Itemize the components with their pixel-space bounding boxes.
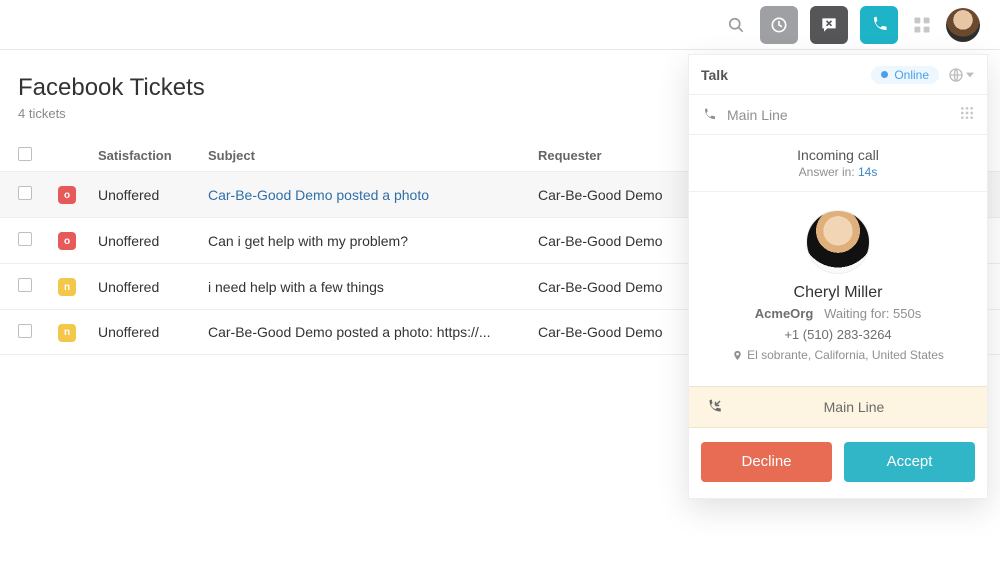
caller-location: El sobrante, California, United States <box>732 348 944 362</box>
subject-cell[interactable]: Car-Be-Good Demo posted a photo: https:/… <box>208 324 538 340</box>
line-banner: Main Line <box>689 386 987 428</box>
caller-avatar <box>806 210 870 274</box>
clock-button[interactable] <box>760 6 798 44</box>
caller-card: Cheryl Miller AcmeOrg Waiting for: 550s … <box>689 191 987 386</box>
incoming-block: Incoming call Answer in: 14s <box>689 135 987 185</box>
talk-phone-button[interactable] <box>860 6 898 44</box>
col-satisfaction[interactable]: Satisfaction <box>98 148 208 163</box>
chat-close-button[interactable] <box>810 6 848 44</box>
call-actions: Decline Accept <box>689 428 987 498</box>
globe-dropdown[interactable] <box>947 65 975 85</box>
incoming-phone-icon <box>705 398 723 416</box>
talk-title: Talk <box>701 67 863 83</box>
caller-name: Cheryl Miller <box>701 284 975 302</box>
status-text: Online <box>894 68 929 82</box>
caller-org[interactable]: AcmeOrg <box>755 306 814 321</box>
row-checkbox[interactable] <box>18 232 32 246</box>
status-badge: o <box>58 186 76 204</box>
keypad-icon[interactable] <box>959 105 975 124</box>
search-icon[interactable] <box>724 13 748 37</box>
status-pill[interactable]: Online <box>871 66 939 84</box>
status-badge: o <box>58 232 76 250</box>
answer-timer: Answer in: 14s <box>689 165 987 179</box>
satisfaction-cell: Unoffered <box>98 187 208 203</box>
line-banner-label: Main Line <box>737 399 971 415</box>
line-label: Main Line <box>727 107 788 123</box>
topbar <box>0 0 1000 50</box>
caller-org-wait: AcmeOrg Waiting for: 550s <box>701 306 975 321</box>
satisfaction-cell: Unoffered <box>98 324 208 340</box>
decline-button[interactable]: Decline <box>701 442 832 482</box>
location-pin-icon <box>732 350 743 361</box>
phone-icon <box>701 107 717 123</box>
apps-grid-icon[interactable] <box>910 13 934 37</box>
status-badge: n <box>58 278 76 296</box>
line-selector[interactable]: Main Line <box>689 95 987 135</box>
user-avatar[interactable] <box>946 8 980 42</box>
subject-cell[interactable]: i need help with a few things <box>208 279 538 295</box>
status-dot-icon <box>881 71 888 78</box>
row-checkbox[interactable] <box>18 186 32 200</box>
accept-button[interactable]: Accept <box>844 442 975 482</box>
select-all-checkbox[interactable] <box>18 147 32 161</box>
status-badge: n <box>58 324 76 342</box>
talk-panel-header: Talk Online <box>689 55 987 95</box>
col-subject[interactable]: Subject <box>208 148 538 163</box>
subject-cell[interactable]: Can i get help with my problem? <box>208 233 538 249</box>
row-checkbox[interactable] <box>18 324 32 338</box>
satisfaction-cell: Unoffered <box>98 279 208 295</box>
satisfaction-cell: Unoffered <box>98 233 208 249</box>
subject-cell[interactable]: Car-Be-Good Demo posted a photo <box>208 187 538 203</box>
caller-phone: +1 (510) 283-3264 <box>701 327 975 342</box>
incoming-label: Incoming call <box>689 147 987 163</box>
talk-panel: Talk Online Main Line Incoming call Answ… <box>688 54 988 499</box>
row-checkbox[interactable] <box>18 278 32 292</box>
